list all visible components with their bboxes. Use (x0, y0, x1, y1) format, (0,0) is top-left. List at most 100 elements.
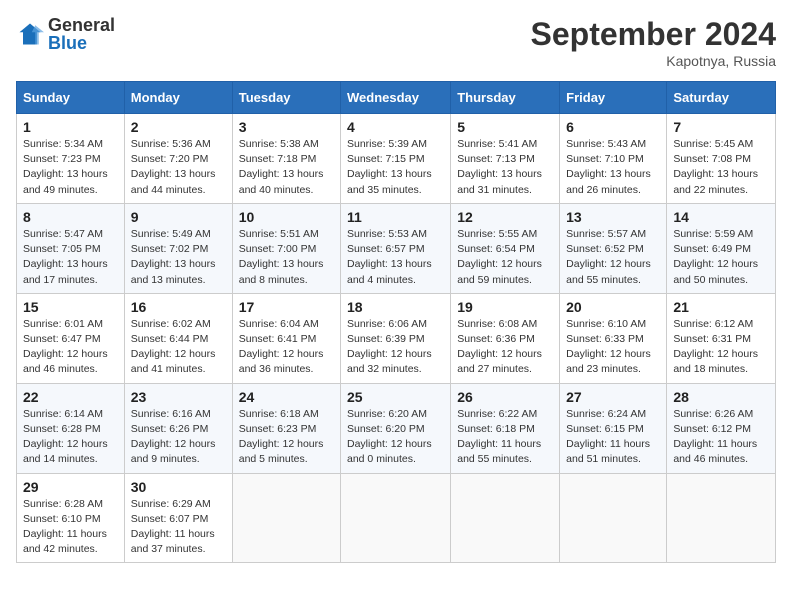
calendar-cell: 10 Sunrise: 5:51 AMSunset: 7:00 PMDayligh… (232, 203, 340, 293)
day-info: Sunrise: 6:06 AMSunset: 6:39 PMDaylight:… (347, 317, 444, 378)
day-number: 29 (23, 479, 118, 495)
day-number: 27 (566, 389, 660, 405)
calendar-table: Sunday Monday Tuesday Wednesday Thursday… (16, 81, 776, 563)
day-number: 4 (347, 119, 444, 135)
day-info: Sunrise: 6:14 AMSunset: 6:28 PMDaylight:… (23, 407, 118, 468)
day-info: Sunrise: 6:26 AMSunset: 6:12 PMDaylight:… (673, 407, 769, 468)
calendar-cell: 8 Sunrise: 5:47 AMSunset: 7:05 PMDaylight… (17, 203, 125, 293)
day-info: Sunrise: 5:49 AMSunset: 7:02 PMDaylight:… (131, 227, 226, 288)
day-number: 9 (131, 209, 226, 225)
col-friday: Friday (560, 82, 667, 114)
day-info: Sunrise: 5:43 AMSunset: 7:10 PMDaylight:… (566, 137, 660, 198)
day-number: 16 (131, 299, 226, 315)
logo-blue-text: Blue (48, 33, 87, 53)
calendar-cell: 25 Sunrise: 6:20 AMSunset: 6:20 PMDayligh… (341, 383, 451, 473)
day-number: 7 (673, 119, 769, 135)
calendar-cell: 9 Sunrise: 5:49 AMSunset: 7:02 PMDaylight… (124, 203, 232, 293)
day-info: Sunrise: 6:22 AMSunset: 6:18 PMDaylight:… (457, 407, 553, 468)
col-sunday: Sunday (17, 82, 125, 114)
calendar-cell: 2 Sunrise: 5:36 AMSunset: 7:20 PMDaylight… (124, 114, 232, 204)
calendar-cell: 7 Sunrise: 5:45 AMSunset: 7:08 PMDaylight… (667, 114, 776, 204)
calendar-cell: 6Sunrise: 5:43 AMSunset: 7:10 PMDaylight… (560, 114, 667, 204)
day-info: Sunrise: 6:24 AMSunset: 6:15 PMDaylight:… (566, 407, 660, 468)
day-number: 14 (673, 209, 769, 225)
day-info: Sunrise: 6:02 AMSunset: 6:44 PMDaylight:… (131, 317, 226, 378)
calendar-cell: 3 Sunrise: 5:38 AMSunset: 7:18 PMDaylight… (232, 114, 340, 204)
col-thursday: Thursday (451, 82, 560, 114)
day-number: 1 (23, 119, 118, 135)
day-number: 8 (23, 209, 118, 225)
day-info: Sunrise: 5:55 AMSunset: 6:54 PMDaylight:… (457, 227, 553, 288)
logo-icon (16, 20, 44, 48)
calendar-cell: 1 Sunrise: 5:34 AMSunset: 7:23 PMDaylight… (17, 114, 125, 204)
calendar-week-row: 1 Sunrise: 5:34 AMSunset: 7:23 PMDaylight… (17, 114, 776, 204)
day-number: 25 (347, 389, 444, 405)
calendar-cell: 27 Sunrise: 6:24 AMSunset: 6:15 PMDayligh… (560, 383, 667, 473)
calendar-cell: 12 Sunrise: 5:55 AMSunset: 6:54 PMDayligh… (451, 203, 560, 293)
calendar-cell (560, 473, 667, 563)
day-number: 2 (131, 119, 226, 135)
day-info: Sunrise: 6:16 AMSunset: 6:26 PMDaylight:… (131, 407, 226, 468)
col-tuesday: Tuesday (232, 82, 340, 114)
day-number: 18 (347, 299, 444, 315)
calendar-cell: 16 Sunrise: 6:02 AMSunset: 6:44 PMDayligh… (124, 293, 232, 383)
title-block: September 2024 Kapotnya, Russia (531, 16, 776, 69)
month-title: September 2024 (531, 16, 776, 53)
day-number: 19 (457, 299, 553, 315)
day-number: 20 (566, 299, 660, 315)
day-number: 23 (131, 389, 226, 405)
col-monday: Monday (124, 82, 232, 114)
calendar-header-row: Sunday Monday Tuesday Wednesday Thursday… (17, 82, 776, 114)
day-info: Sunrise: 5:38 AMSunset: 7:18 PMDaylight:… (239, 137, 334, 198)
day-info: Sunrise: 6:04 AMSunset: 6:41 PMDaylight:… (239, 317, 334, 378)
calendar-cell: 29Sunrise: 6:28 AMSunset: 6:10 PMDayligh… (17, 473, 125, 563)
day-info: Sunrise: 5:45 AMSunset: 7:08 PMDaylight:… (673, 137, 769, 198)
day-number: 15 (23, 299, 118, 315)
day-info: Sunrise: 5:36 AMSunset: 7:20 PMDaylight:… (131, 137, 226, 198)
calendar-cell: 11Sunrise: 5:53 AMSunset: 6:57 PMDayligh… (341, 203, 451, 293)
calendar-cell: 17 Sunrise: 6:04 AMSunset: 6:41 PMDayligh… (232, 293, 340, 383)
day-info: Sunrise: 5:51 AMSunset: 7:00 PMDaylight:… (239, 227, 334, 288)
location-text: Kapotnya, Russia (531, 53, 776, 69)
day-number: 10 (239, 209, 334, 225)
calendar-week-row: 22Sunrise: 6:14 AMSunset: 6:28 PMDayligh… (17, 383, 776, 473)
calendar-week-row: 8 Sunrise: 5:47 AMSunset: 7:05 PMDaylight… (17, 203, 776, 293)
day-number: 13 (566, 209, 660, 225)
calendar-cell: 4 Sunrise: 5:39 AMSunset: 7:15 PMDaylight… (341, 114, 451, 204)
day-info: Sunrise: 5:39 AMSunset: 7:15 PMDaylight:… (347, 137, 444, 198)
calendar-cell (341, 473, 451, 563)
day-number: 3 (239, 119, 334, 135)
day-info: Sunrise: 6:12 AMSunset: 6:31 PMDaylight:… (673, 317, 769, 378)
day-number: 11 (347, 209, 444, 225)
calendar-cell (451, 473, 560, 563)
calendar-cell: 26Sunrise: 6:22 AMSunset: 6:18 PMDayligh… (451, 383, 560, 473)
day-info: Sunrise: 5:34 AMSunset: 7:23 PMDaylight:… (23, 137, 118, 198)
calendar-cell: 22Sunrise: 6:14 AMSunset: 6:28 PMDayligh… (17, 383, 125, 473)
calendar-cell: 18 Sunrise: 6:06 AMSunset: 6:39 PMDayligh… (341, 293, 451, 383)
calendar-cell: 21Sunrise: 6:12 AMSunset: 6:31 PMDayligh… (667, 293, 776, 383)
calendar-cell (232, 473, 340, 563)
col-wednesday: Wednesday (341, 82, 451, 114)
calendar-week-row: 29Sunrise: 6:28 AMSunset: 6:10 PMDayligh… (17, 473, 776, 563)
day-number: 17 (239, 299, 334, 315)
day-info: Sunrise: 5:47 AMSunset: 7:05 PMDaylight:… (23, 227, 118, 288)
day-info: Sunrise: 5:57 AMSunset: 6:52 PMDaylight:… (566, 227, 660, 288)
day-info: Sunrise: 6:08 AMSunset: 6:36 PMDaylight:… (457, 317, 553, 378)
day-number: 28 (673, 389, 769, 405)
day-info: Sunrise: 5:41 AMSunset: 7:13 PMDaylight:… (457, 137, 553, 198)
calendar-cell: 30Sunrise: 6:29 AMSunset: 6:07 PMDayligh… (124, 473, 232, 563)
calendar-cell: 28 Sunrise: 6:26 AMSunset: 6:12 PMDayligh… (667, 383, 776, 473)
calendar-cell: 24Sunrise: 6:18 AMSunset: 6:23 PMDayligh… (232, 383, 340, 473)
day-info: Sunrise: 6:29 AMSunset: 6:07 PMDaylight:… (131, 497, 226, 558)
day-info: Sunrise: 6:10 AMSunset: 6:33 PMDaylight:… (566, 317, 660, 378)
calendar-week-row: 15Sunrise: 6:01 AMSunset: 6:47 PMDayligh… (17, 293, 776, 383)
logo: General Blue (16, 16, 115, 52)
calendar-cell: 5Sunrise: 5:41 AMSunset: 7:13 PMDaylight… (451, 114, 560, 204)
logo-general-text: General (48, 15, 115, 35)
day-info: Sunrise: 6:20 AMSunset: 6:20 PMDaylight:… (347, 407, 444, 468)
page-header: General Blue September 2024 Kapotnya, Ru… (16, 16, 776, 69)
col-saturday: Saturday (667, 82, 776, 114)
day-info: Sunrise: 6:18 AMSunset: 6:23 PMDaylight:… (239, 407, 334, 468)
calendar-cell: 19 Sunrise: 6:08 AMSunset: 6:36 PMDayligh… (451, 293, 560, 383)
day-number: 12 (457, 209, 553, 225)
